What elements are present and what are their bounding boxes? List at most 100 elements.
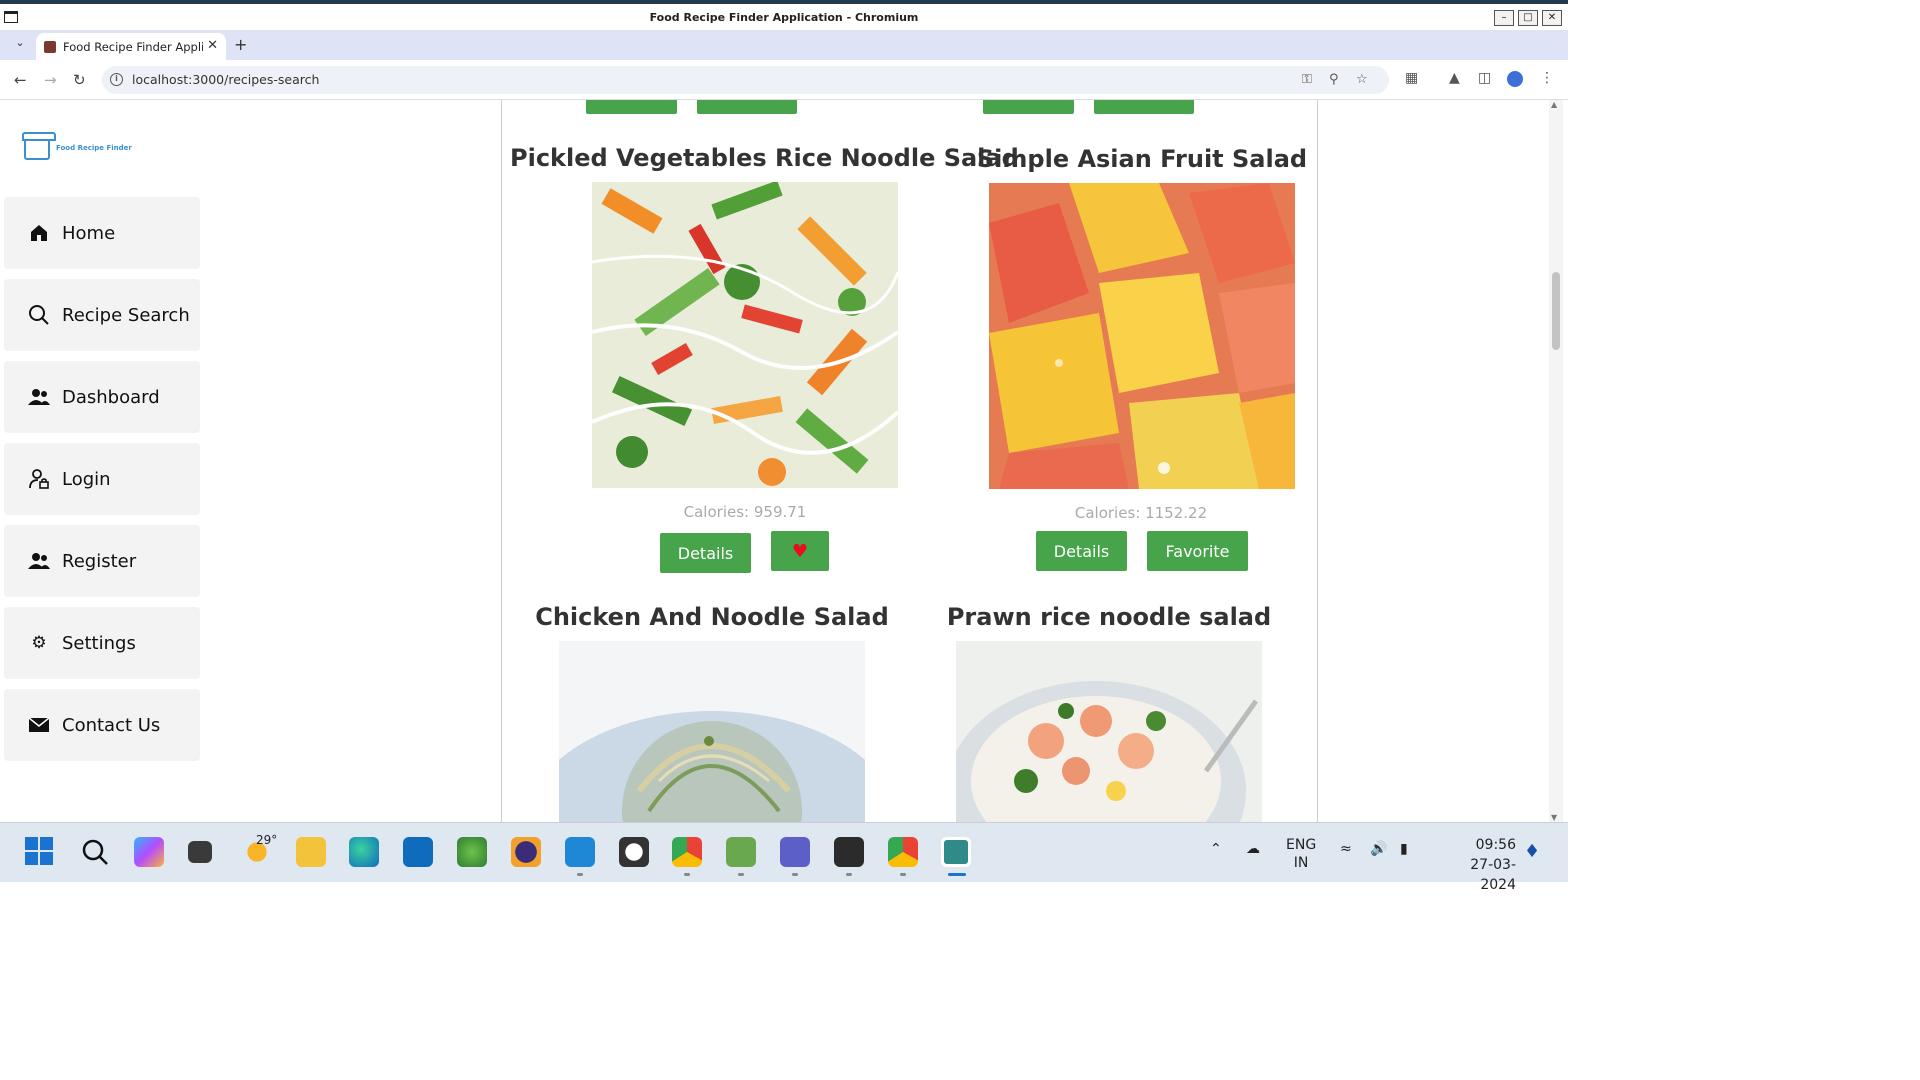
recipe-image[interactable] — [592, 182, 898, 488]
running-indicator — [900, 873, 906, 876]
battery-icon[interactable]: ▮ — [1400, 841, 1408, 857]
wifi-icon[interactable]: ≈ — [1340, 841, 1352, 857]
recipe-calories: Calories: 1152.22 — [1074, 504, 1208, 522]
taskbar: 29° ⌃ ☁ ENG IN ≈ 🔊 ▮ 09:56 27-03-2024 ♦ — [0, 822, 1568, 893]
edge-browser-icon[interactable] — [349, 837, 379, 867]
favorite-button[interactable]: Favorite — [1147, 531, 1248, 571]
address-url[interactable]: localhost:3000/recipes-search — [132, 72, 319, 87]
details-button-partial[interactable] — [586, 100, 677, 114]
favorite-button-partial[interactable] — [697, 100, 797, 114]
site-info-icon[interactable]: i — [110, 73, 123, 86]
running-indicator — [846, 873, 852, 876]
active-app-icon[interactable] — [941, 837, 971, 867]
favorite-button-partial[interactable] — [1094, 100, 1194, 114]
search-icon — [28, 304, 50, 326]
notepad-plus-icon[interactable] — [726, 837, 756, 867]
recipe-image[interactable] — [956, 641, 1262, 822]
sidebar-item-label: Contact Us — [62, 714, 161, 736]
cloud-offline-icon[interactable]: ☁ — [1246, 841, 1260, 857]
task-view-icon[interactable] — [188, 841, 212, 863]
chevron-up-icon[interactable]: ⌃ — [1210, 841, 1222, 857]
sidebar-item-settings[interactable]: ⚙ Settings — [4, 607, 200, 679]
sidebar-item-register[interactable]: Register — [4, 525, 200, 597]
sidebar-item-login[interactable]: Login — [4, 443, 200, 515]
sidebar-item-recipe-search[interactable]: Recipe Search — [4, 279, 200, 351]
running-indicator — [684, 873, 690, 876]
terminal-icon[interactable] — [834, 837, 864, 867]
sidebar-item-dashboard[interactable]: Dashboard — [4, 361, 200, 433]
weather-temp: 29° — [256, 833, 278, 847]
details-button[interactable]: Details — [660, 533, 751, 573]
sidebar-item-contact-us[interactable]: Contact Us — [4, 689, 200, 761]
sidebar-item-label: Recipe Search — [62, 304, 190, 326]
maximize-button[interactable]: □ — [1518, 10, 1538, 26]
sidebar-item-label: Home — [62, 222, 116, 244]
volume-icon[interactable]: 🔊 — [1370, 841, 1387, 857]
sidebar-item-label: Login — [62, 468, 111, 490]
sidebar-item-label: Settings — [62, 632, 136, 654]
address-bar[interactable]: i localhost:3000/recipes-search ⚿ ⚲ ☆ — [102, 66, 1389, 94]
recipe-calories: Calories: 959.71 — [683, 503, 807, 521]
side-panel-icon[interactable]: ◫ — [1478, 70, 1491, 86]
outlook-icon[interactable] — [403, 837, 433, 867]
tab-active[interactable]: Food Recipe Finder Applic ✕ — [36, 33, 226, 60]
clock[interactable]: 09:56 27-03-2024 — [1438, 835, 1516, 895]
app-logo[interactable]: Food Recipe Finder — [22, 132, 132, 160]
users-icon — [28, 550, 50, 572]
file-explorer-icon[interactable] — [296, 837, 326, 867]
vscode-icon[interactable] — [565, 837, 595, 867]
back-icon[interactable]: ← — [14, 71, 27, 89]
search-icon[interactable] — [80, 837, 110, 867]
recipe-title: Prawn rice noodle salad — [946, 603, 1272, 631]
tab-search-dropdown-icon[interactable]: ⌄ — [10, 36, 30, 54]
region-code: IN — [1293, 855, 1309, 871]
forward-icon[interactable]: → — [44, 71, 57, 89]
user-lock-icon — [28, 468, 50, 490]
window-titlebar: Food Recipe Finder Application - Chromiu… — [0, 0, 1568, 30]
bookmark-star-icon[interactable]: ☆ — [1356, 72, 1368, 87]
content-divider — [1317, 100, 1318, 822]
teams-icon[interactable] — [780, 837, 810, 867]
postman-icon[interactable] — [619, 837, 649, 867]
running-indicator — [577, 873, 583, 876]
details-button-partial[interactable] — [983, 100, 1074, 114]
zoom-icon[interactable]: ⚲ — [1329, 72, 1339, 87]
scroll-down-arrow-icon[interactable]: ▼ — [1551, 813, 1557, 822]
tab-title: Food Recipe Finder Applic — [63, 40, 203, 54]
page-scrollbar[interactable]: ▲ ▼ — [1549, 100, 1563, 822]
language-indicator[interactable]: ENG IN — [1286, 836, 1316, 872]
favorite-heart-button[interactable]: ♥ — [771, 531, 829, 571]
recipe-image[interactable] — [559, 641, 865, 822]
tab-close-icon[interactable]: ✕ — [207, 38, 218, 53]
notification-bell-icon[interactable]: ♦ — [1524, 841, 1540, 862]
tab-strip: ⌄ Food Recipe Finder Applic ✕ + — [0, 30, 1568, 60]
sidebar-item-home[interactable]: Home — [4, 197, 200, 269]
browser-toolbar: ← → ↻ i localhost:3000/recipes-search ⚿ … — [0, 60, 1568, 100]
details-button[interactable]: Details — [1036, 531, 1127, 571]
home-icon — [28, 222, 50, 244]
extensions-icon[interactable]: ▦ — [1405, 70, 1418, 86]
password-key-icon[interactable]: ⚿ — [1302, 72, 1312, 87]
copilot-icon[interactable] — [134, 837, 164, 867]
eclipse-icon[interactable] — [511, 837, 541, 867]
scrollbar-thumb[interactable] — [1552, 272, 1560, 350]
labs-flask-icon[interactable]: ▲ — [1449, 70, 1460, 86]
new-tab-button[interactable]: + — [234, 35, 247, 54]
recipe-title: Simple Asian Fruit Salad — [976, 145, 1308, 173]
start-button[interactable] — [25, 837, 53, 865]
close-window-button[interactable]: ✕ — [1542, 10, 1562, 26]
browser-menu-icon[interactable]: ⋮ — [1540, 70, 1554, 86]
favicon-icon — [44, 41, 56, 53]
reload-icon[interactable]: ↻ — [73, 71, 86, 89]
envelope-icon — [28, 714, 50, 736]
running-indicator — [792, 873, 798, 876]
spring-tools-icon[interactable] — [457, 837, 487, 867]
sidebar: Food Recipe Finder Home Recipe Search Da… — [4, 100, 202, 822]
page-viewport: Food Recipe Finder Home Recipe Search Da… — [0, 100, 1568, 822]
recipe-image[interactable] — [989, 183, 1295, 489]
minimize-button[interactable]: – — [1494, 10, 1514, 26]
profile-avatar-icon[interactable] — [1507, 71, 1523, 87]
chrome-icon[interactable] — [672, 837, 702, 867]
chromium-icon[interactable] — [888, 837, 918, 867]
scroll-up-arrow-icon[interactable]: ▲ — [1551, 100, 1557, 109]
